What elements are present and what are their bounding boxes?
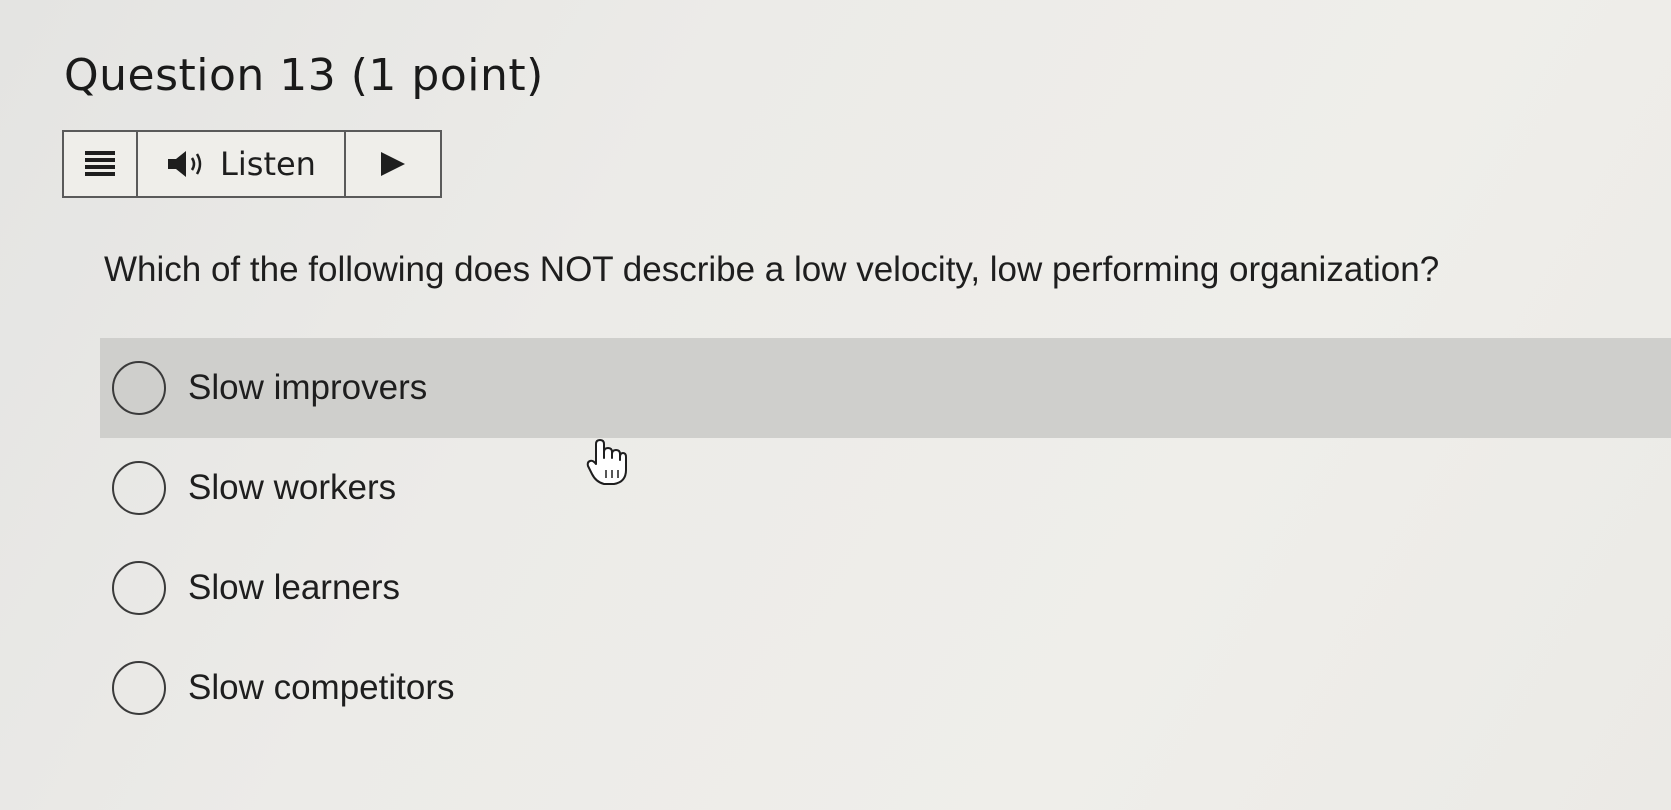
- listen-label: Listen: [220, 145, 316, 183]
- radio-button[interactable]: [112, 661, 166, 715]
- menu-button[interactable]: [64, 132, 138, 196]
- option-label: Slow workers: [188, 468, 396, 508]
- play-icon: [378, 149, 408, 179]
- hand-pointer-cursor-icon: [586, 438, 628, 486]
- radio-button[interactable]: [112, 361, 166, 415]
- radio-button[interactable]: [112, 561, 166, 615]
- option-label: Slow improvers: [188, 368, 427, 408]
- quiz-page: Question 13 (1 point) Listen Which of th: [0, 0, 1671, 810]
- listen-button[interactable]: Listen: [138, 132, 346, 196]
- radio-button[interactable]: [112, 461, 166, 515]
- option-label: Slow competitors: [188, 668, 454, 708]
- option-slow-improvers[interactable]: Slow improvers: [100, 338, 1671, 438]
- option-label: Slow learners: [188, 568, 400, 608]
- answer-options: Slow improvers Slow workers Slow learner…: [0, 338, 1671, 738]
- menu-icon: [85, 151, 115, 177]
- question-title: Question 13 (1 point): [64, 50, 544, 101]
- speaker-icon: [166, 149, 210, 179]
- play-button[interactable]: [346, 132, 440, 196]
- option-slow-learners[interactable]: Slow learners: [100, 538, 1671, 638]
- readspeaker-toolbar: Listen: [62, 130, 442, 198]
- option-slow-competitors[interactable]: Slow competitors: [100, 638, 1671, 738]
- option-slow-workers[interactable]: Slow workers: [100, 438, 1671, 538]
- question-text: Which of the following does NOT describe…: [104, 250, 1439, 290]
